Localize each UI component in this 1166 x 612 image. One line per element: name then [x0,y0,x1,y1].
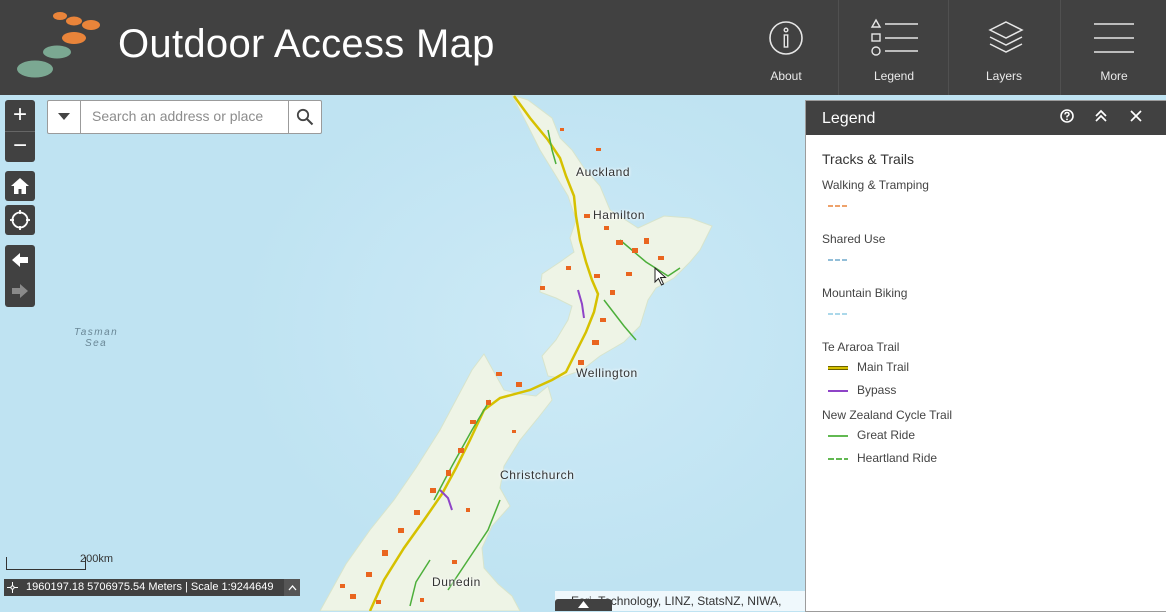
locate-button[interactable] [5,205,35,235]
home-button[interactable] [5,171,35,201]
search-source-dropdown[interactable] [48,101,81,133]
extent-nav [5,245,35,307]
app-title: Outdoor Access Map [118,22,495,66]
more-button[interactable]: More [1060,0,1166,95]
place-label: Wellington [576,366,638,380]
scale-bar [6,557,86,570]
next-extent-button[interactable] [5,276,35,306]
layers-icon [988,21,1024,53]
legend-item [822,198,1150,220]
zoom-control: + − [5,100,35,162]
legend-panel-header: Legend [806,101,1166,135]
legend-item: Heartland Ride [822,451,1150,474]
sea-label: Tasman Sea [74,327,119,349]
place-label: Christchurch [500,468,575,482]
collapse-button[interactable] [1092,107,1110,125]
legend-group-title: Mountain Biking [822,286,908,300]
legend-group-title: Shared Use [822,232,886,246]
hamburger-menu-icon [1094,23,1134,53]
attribution-toggle[interactable] [555,599,612,611]
coordinate-readout: 1960197.18 5706975.54 Meters | Scale 1:9… [26,581,274,593]
help-button[interactable] [1058,107,1076,125]
legend-label: Legend [873,69,915,83]
legend-item-label: Heartland Ride [857,451,938,465]
search-widget [47,100,322,134]
main-trail-line-symbol [828,366,848,370]
place-label: Hamilton [593,208,646,222]
legend-item-label: Bypass [857,383,897,397]
crosshair-icon[interactable] [7,582,18,593]
legend-item: Bypass [822,383,1150,406]
legend-panel: Legend Tracks & Trails Walking & Trampin… [805,100,1166,612]
legend-content: Tracks & Trails Walking & Tramping Share… [806,135,1166,490]
search-button[interactable] [288,101,321,133]
legend-section-title: Tracks & Trails [822,151,915,167]
coordinate-widget: 1960197.18 5706975.54 Meters | Scale 1:9… [4,579,300,596]
scale-bar-label: 200km [80,553,114,565]
legend-button[interactable]: Legend [840,0,948,95]
heartland-ride-line-symbol [828,458,848,460]
place-label: Dunedin [432,575,481,589]
legend-item: Main Trail [822,360,1150,383]
bypass-line-symbol [828,390,848,392]
legend-item-label: Main Trail [857,360,910,374]
legend-group-title: Walking & Tramping [822,178,929,192]
layers-button[interactable]: Layers [950,0,1058,95]
chevron-up-icon [288,584,296,590]
close-icon [1130,110,1142,122]
search-input[interactable] [82,101,290,131]
more-label: More [1100,69,1128,83]
arrow-right-icon [12,284,28,298]
layers-label: Layers [985,69,1023,83]
help-icon [1060,109,1074,123]
caret-down-icon [58,113,70,120]
legend-list-icon [870,18,918,56]
about-button[interactable]: About [732,0,840,95]
app-header: Outdoor Access Map About Legend Layers M… [0,0,1166,95]
walking-line-symbol [828,205,848,207]
about-label: About [770,69,802,83]
zoom-out-button[interactable]: − [5,132,35,162]
close-button[interactable] [1127,107,1145,125]
home-icon [11,178,29,194]
double-chevron-up-icon [1095,109,1107,122]
locate-icon [10,210,30,230]
nav-divider [948,0,949,95]
legend-item-label: Great Ride [857,428,916,442]
cursor-icon [654,267,667,286]
arrow-left-icon [12,253,28,267]
mountain-biking-line-symbol [828,313,848,315]
caret-up-icon [578,601,589,608]
legend-item: Great Ride [822,428,1150,451]
place-label: Auckland [576,165,631,179]
legend-item [822,306,1150,328]
legend-item [822,252,1150,274]
legend-group-title: New Zealand Cycle Trail [822,408,953,422]
great-ride-line-symbol [828,435,848,437]
legend-group-title: Te Araroa Trail [822,340,900,354]
info-icon [769,21,803,55]
previous-extent-button[interactable] [5,245,35,275]
search-icon [296,108,314,126]
app-logo [17,12,100,78]
zoom-in-button[interactable]: + [5,100,35,130]
shared-use-line-symbol [828,259,848,261]
legend-panel-title: Legend [822,110,876,127]
coordinate-toggle-button[interactable] [284,579,300,596]
